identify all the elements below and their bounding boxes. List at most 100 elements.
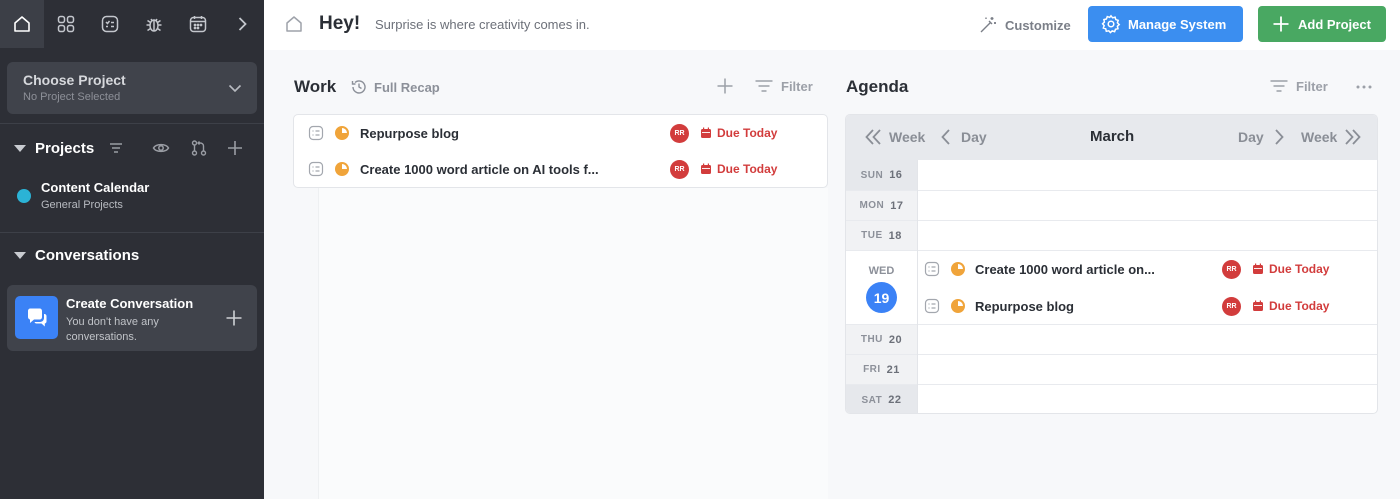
agenda-title: Agenda <box>846 77 909 96</box>
progress-pie-icon <box>334 161 350 177</box>
bug-icon[interactable] <box>132 0 176 48</box>
avatar[interactable]: RR <box>1222 259 1241 279</box>
row-divider <box>846 190 1377 191</box>
collapse-triangle-icon[interactable] <box>14 252 26 259</box>
due-date-badge[interactable]: Due Today <box>700 126 777 140</box>
task-checklist-icon[interactable] <box>308 125 324 141</box>
work-task-list: Repurpose blog RR Due Today Create 1000 … <box>293 114 828 188</box>
day-number: 20 <box>888 333 903 346</box>
task-name[interactable]: Repurpose blog <box>360 126 459 141</box>
day-number: 16 <box>889 169 903 181</box>
prev-day-label: Day <box>961 129 987 145</box>
day-label-sunday[interactable]: SUN 16 <box>846 160 917 190</box>
task-name[interactable]: Create 1000 word article on... <box>975 262 1155 277</box>
day-number: 18 <box>888 229 902 242</box>
add-project-label: Add Project <box>1298 16 1371 32</box>
task-checklist-icon[interactable] <box>308 161 324 177</box>
add-project-button[interactable]: Add Project <box>1258 6 1386 42</box>
agenda-task-row[interactable]: Repurpose blog RR Due Today <box>918 288 1377 324</box>
day-label-monday[interactable]: MON 17 <box>846 191 917 220</box>
day-number: 17 <box>890 199 904 212</box>
weekday: FRI <box>863 364 881 375</box>
agenda-task-row[interactable]: Create 1000 word article on... RR Due To… <box>918 251 1377 287</box>
task-name[interactable]: Repurpose blog <box>975 299 1074 314</box>
manage-system-button[interactable]: Manage System <box>1088 6 1243 42</box>
avatar[interactable]: RR <box>1222 296 1241 316</box>
work-filter-button[interactable]: Filter <box>754 78 813 94</box>
double-chevron-left-icon <box>865 129 881 145</box>
day-label-thursday[interactable]: THU 20 <box>846 325 917 354</box>
projects-heading: Projects <box>35 140 95 157</box>
home-icon[interactable] <box>284 14 304 34</box>
due-date-badge[interactable]: Due Today <box>1252 299 1329 313</box>
add-project-plus-icon[interactable] <box>226 139 244 157</box>
customize-button[interactable]: Customize <box>978 15 1071 35</box>
due-label: Due Today <box>1269 262 1330 276</box>
day-label-tuesday[interactable]: TUE 18 <box>846 221 917 250</box>
project-name: Content Calendar <box>41 180 150 195</box>
manage-system-label: Manage System <box>1128 16 1227 32</box>
weekday: SUN <box>860 169 884 181</box>
chevron-down-icon <box>227 80 243 96</box>
add-task-plus-icon[interactable] <box>716 77 734 95</box>
more-options-icon[interactable] <box>1355 84 1373 90</box>
top-header: Hey! Surprise is where creativity comes … <box>264 0 1400 50</box>
day-label-saturday[interactable]: SAT 22 <box>846 385 917 413</box>
chevron-left-icon <box>941 129 950 145</box>
projects-section-header[interactable]: Projects <box>14 140 94 157</box>
chevron-right-icon[interactable] <box>220 0 264 48</box>
calendar-icon <box>1253 300 1263 311</box>
add-conversation-plus-icon[interactable] <box>225 309 243 327</box>
apps-grid-icon[interactable] <box>44 0 88 48</box>
choose-project-dropdown[interactable]: Choose Project No Project Selected <box>7 62 257 114</box>
task-name[interactable]: Create 1000 word article on AI tools f..… <box>360 162 599 177</box>
next-week-button[interactable]: Week <box>1301 128 1362 146</box>
row-divider <box>846 220 1377 221</box>
project-item-content-calendar[interactable]: Content Calendar General Projects <box>17 180 149 211</box>
task-row[interactable]: Repurpose blog RR Due Today <box>294 115 827 151</box>
weekday: SAT <box>861 394 883 406</box>
tasks-icon[interactable] <box>88 0 132 48</box>
avatar[interactable]: RR <box>670 123 689 143</box>
task-row[interactable]: Create 1000 word article on AI tools f..… <box>294 151 827 187</box>
avatar[interactable]: RR <box>670 159 689 179</box>
work-filter-label: Filter <box>781 78 813 94</box>
due-date-badge[interactable]: Due Today <box>700 162 777 176</box>
create-conversation-card[interactable]: Create Conversation You don't have any c… <box>7 285 257 351</box>
weekday: WED <box>868 265 895 277</box>
day-label-wednesday-today[interactable]: WED 19 <box>846 251 917 325</box>
full-recap-button[interactable]: Full Recap <box>350 78 440 96</box>
sort-icon[interactable] <box>108 140 124 156</box>
sidebar-divider <box>0 232 264 233</box>
sidebar-top-icons <box>0 0 264 48</box>
calendar-icon[interactable] <box>176 0 220 48</box>
prev-day-button[interactable]: Day <box>940 128 987 146</box>
merge-icon[interactable] <box>190 139 208 157</box>
agenda-filter-button[interactable]: Filter <box>1269 78 1328 94</box>
calendar-icon <box>1253 263 1263 274</box>
conversations-section-header[interactable]: Conversations <box>14 247 139 264</box>
calendar-icon <box>701 127 711 138</box>
project-color-dot <box>17 189 31 203</box>
next-week-label: Week <box>1301 129 1338 145</box>
double-chevron-right-icon <box>1345 129 1362 145</box>
home-icon[interactable] <box>0 0 44 48</box>
chevron-right-icon <box>1275 129 1284 145</box>
next-day-button[interactable]: Day <box>1238 128 1285 146</box>
create-conversation-title: Create Conversation <box>66 296 194 311</box>
eye-icon[interactable] <box>152 140 170 156</box>
task-checklist-icon[interactable] <box>924 298 940 314</box>
agenda-header: Week Day March Day Week <box>846 115 1377 160</box>
choose-project-subtitle: No Project Selected <box>23 91 121 103</box>
day-number: 21 <box>886 363 900 376</box>
day-label-friday[interactable]: FRI 21 <box>846 355 917 384</box>
choose-project-title: Choose Project <box>23 72 126 88</box>
prev-week-button[interactable]: Week <box>864 128 925 146</box>
due-label: Due Today <box>1269 299 1330 313</box>
due-date-badge[interactable]: Due Today <box>1252 262 1329 276</box>
collapse-triangle-icon[interactable] <box>14 145 26 152</box>
work-panel-background <box>318 188 828 499</box>
task-checklist-icon[interactable] <box>924 261 940 277</box>
due-label: Due Today <box>717 162 778 176</box>
gear-icon <box>1101 14 1121 34</box>
